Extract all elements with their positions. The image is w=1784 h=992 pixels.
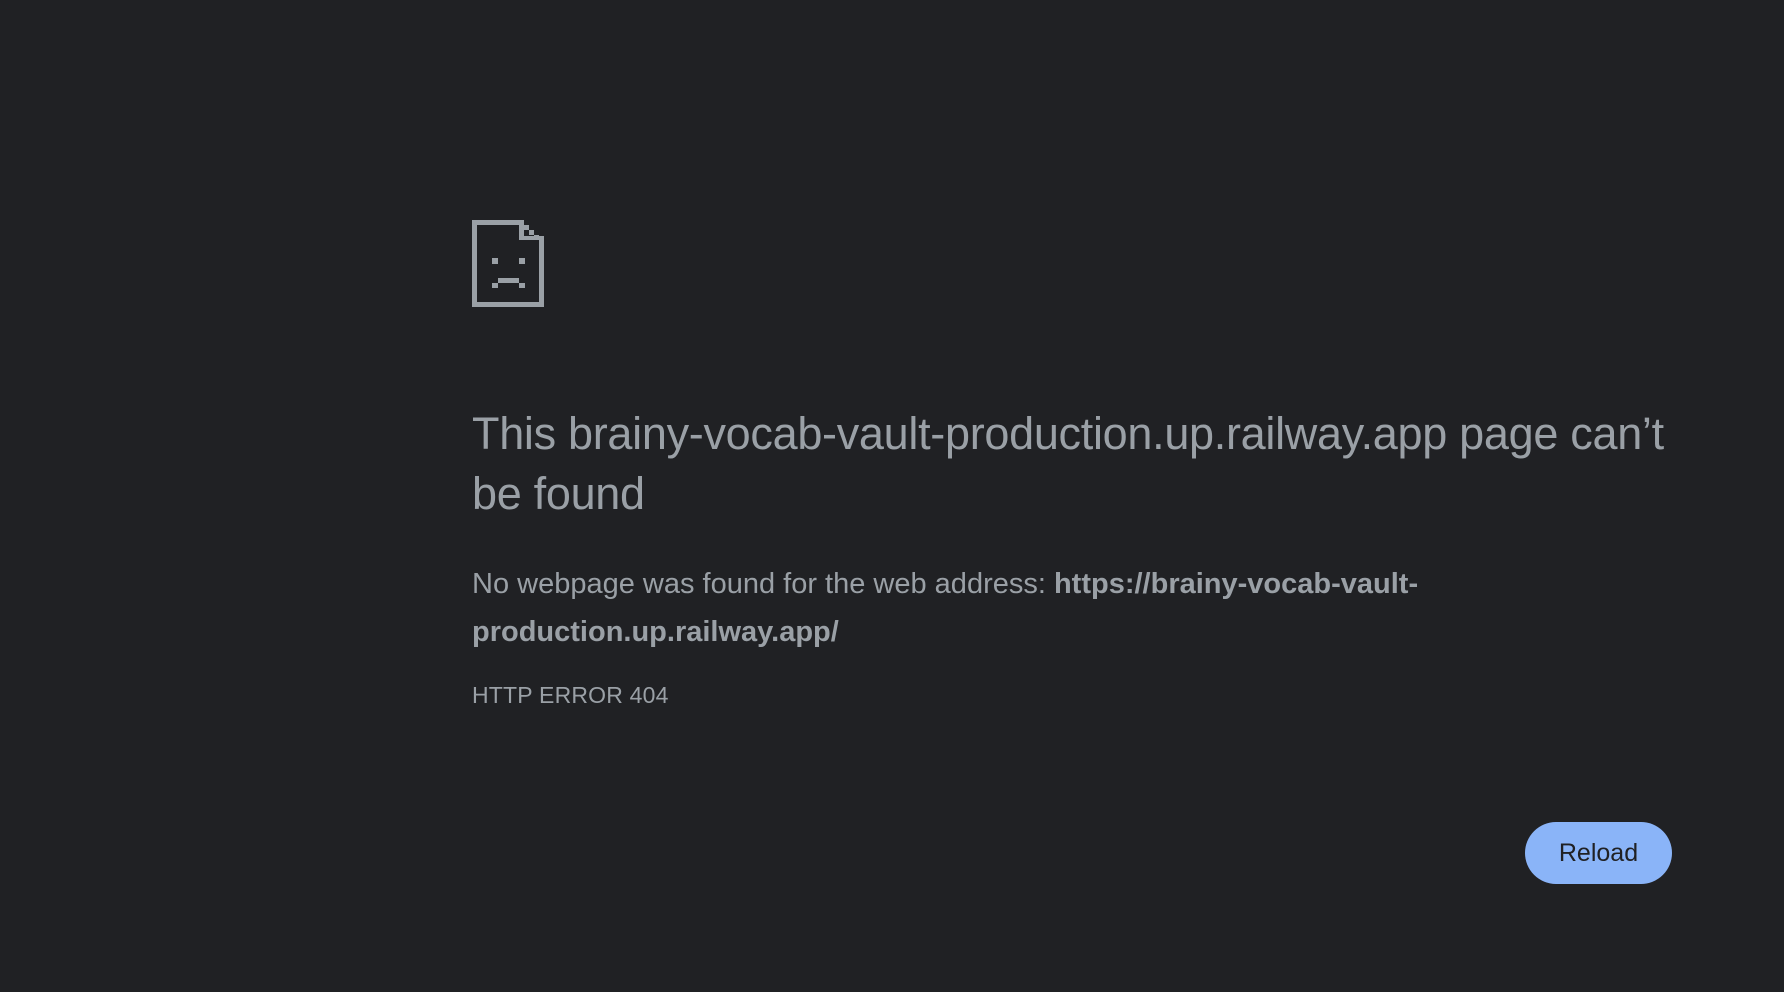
page-title: This brainy-vocab-vault-production.up.ra… (472, 408, 1664, 519)
error-message: No webpage was found for the web address… (472, 560, 1532, 656)
reload-button[interactable]: Reload (1525, 822, 1672, 884)
error-code: HTTP ERROR 404 (472, 682, 669, 708)
error-message-text: No webpage was found for the web address… (472, 568, 1054, 600)
error-content: This brainy-vocab-vault-production.up.ra… (472, 220, 1672, 710)
sad-page-icon (472, 220, 544, 307)
